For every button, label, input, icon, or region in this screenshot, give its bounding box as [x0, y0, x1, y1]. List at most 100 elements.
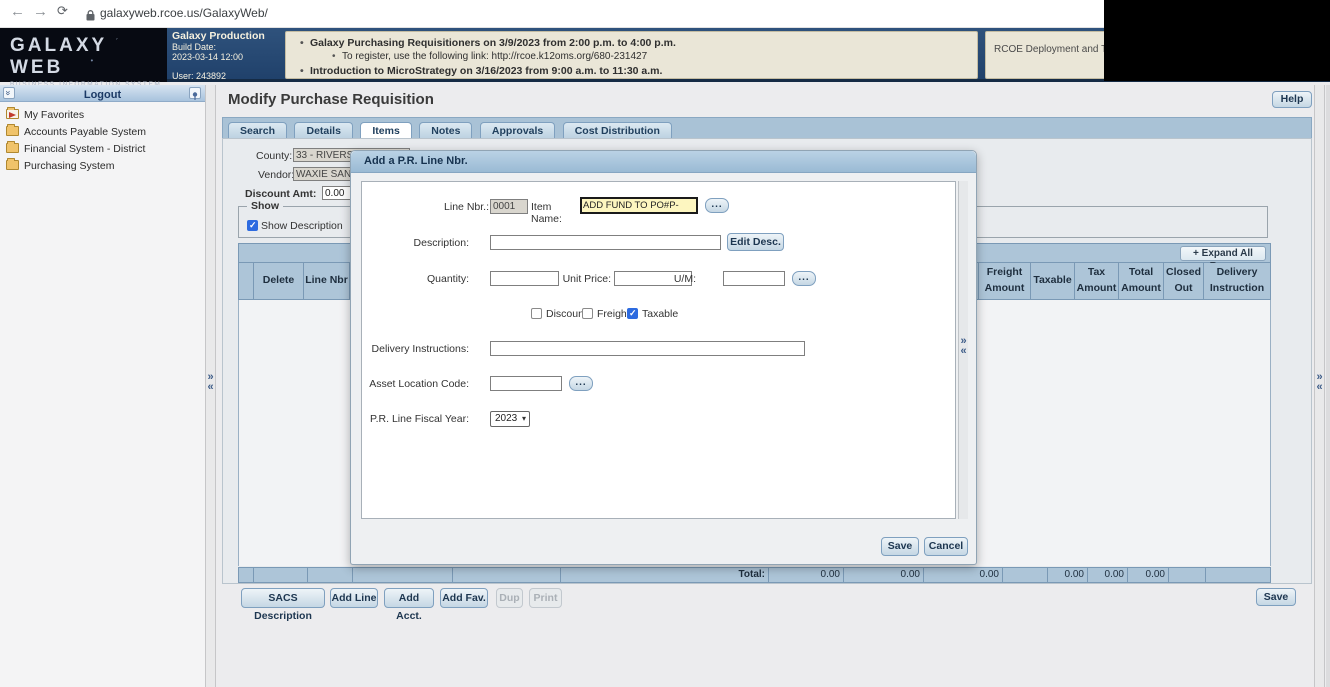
- browser-forward-icon[interactable]: →: [33, 3, 48, 20]
- dropdown-arrow-icon: ▾: [521, 414, 526, 423]
- county-label: County:: [256, 150, 293, 162]
- announcements-box: • Galaxy Purchasing Requisitioners on 3/9…: [285, 31, 978, 79]
- total-value: 0.00: [769, 568, 844, 582]
- column-header-closed-out: Closed Out: [1164, 263, 1204, 299]
- folder-icon: [6, 124, 19, 136]
- column-header-taxable: Taxable: [1031, 263, 1075, 299]
- item-name-field[interactable]: [580, 197, 698, 214]
- total-value: 0.00: [844, 568, 924, 582]
- asset-location-code-field[interactable]: [490, 376, 562, 391]
- um-label: U/M:: [673, 273, 696, 285]
- bullet-icon: •: [332, 51, 336, 62]
- sidebar-item-accounts-payable[interactable]: Accounts Payable System: [6, 124, 205, 139]
- sacs-description-button[interactable]: SACS Description: [241, 588, 325, 622]
- show-group-label: Show: [247, 200, 283, 212]
- dialog-cancel-button[interactable]: Cancel: [924, 537, 968, 556]
- environment-name: Galaxy Production: [172, 30, 265, 42]
- collapse-left-icon[interactable]: «: [959, 346, 968, 357]
- user-id: User: 243892: [172, 71, 227, 81]
- scrollbar[interactable]: [1326, 85, 1330, 687]
- sidebar-item-financial-system[interactable]: Financial System - District: [6, 141, 205, 156]
- environment-info: Galaxy Production Build Date: 2023-03-14…: [172, 30, 282, 81]
- pin-icon[interactable]: [189, 87, 201, 100]
- bullet-icon: •: [300, 65, 304, 77]
- freight-checkbox-label: Freight: [597, 308, 630, 320]
- redacted-area: [1104, 0, 1330, 81]
- collapse-left-icon[interactable]: «: [1315, 382, 1324, 393]
- grid-totals-row: Total: 0.00 0.00 0.00 0.00 0.00 0.00: [238, 567, 1271, 583]
- item-name-label: Item Name:: [531, 201, 562, 225]
- column-header-delete: Delete: [254, 263, 304, 299]
- sidebar-item-my-favorites[interactable]: My Favorites: [6, 107, 205, 122]
- delivery-instructions-label: Delivery Instructions:: [371, 343, 469, 355]
- fiscal-year-select[interactable]: 2023 ▾: [490, 411, 530, 427]
- announcement-line: • Introduction to MicroStrategy on 3/16/2…: [300, 65, 663, 77]
- um-field[interactable]: [723, 271, 785, 286]
- dialog-save-button[interactable]: Save: [881, 537, 919, 556]
- collapse-icon[interactable]: »: [3, 87, 15, 99]
- dialog-titlebar[interactable]: Add a P.R. Line Nbr.: [351, 151, 976, 173]
- fiscal-year-label: P.R. Line Fiscal Year:: [369, 413, 469, 425]
- build-date-label: Build Date:: [172, 42, 217, 52]
- line-nbr-label: Line Nbr.:: [444, 201, 489, 213]
- add-line-button[interactable]: Add Line: [330, 588, 378, 608]
- total-label: Total:: [561, 568, 769, 582]
- galaxy-web-logo: GALAXY WEB BUSINESS INFORMATION SYSTEM: [0, 28, 167, 88]
- save-page-button[interactable]: Save: [1256, 588, 1296, 606]
- quantity-label: Quantity:: [426, 273, 469, 285]
- folder-icon: [6, 158, 19, 170]
- asset-location-code-label: Asset Location Code:: [369, 378, 469, 390]
- favorites-folder-icon: [6, 107, 19, 119]
- browser-reload-icon[interactable]: ⟳: [57, 3, 68, 19]
- total-value: 0.00: [1128, 568, 1169, 582]
- bullet-icon: •: [300, 37, 304, 49]
- taxable-checkbox-label: Taxable: [642, 308, 679, 320]
- right-splitter[interactable]: » «: [1314, 85, 1325, 687]
- show-description-checkbox[interactable]: [247, 220, 258, 231]
- add-fav-button[interactable]: Add Fav.: [440, 588, 488, 608]
- column-header-tax-amount: Tax Amount: [1075, 263, 1119, 299]
- asset-location-lookup-button[interactable]: ...: [569, 376, 593, 391]
- column-header-freight-amount: Freight Amount: [979, 263, 1031, 299]
- logout-link[interactable]: Logout: [84, 89, 121, 101]
- description-label: Description:: [413, 237, 469, 249]
- um-lookup-button[interactable]: ...: [792, 271, 816, 286]
- column-header-blank: [239, 263, 254, 299]
- app-name: GALAXY WEB: [10, 35, 107, 78]
- lock-icon: [86, 8, 95, 26]
- freight-checkbox[interactable]: [582, 308, 593, 319]
- sidebar-item-purchasing-system[interactable]: Purchasing System: [6, 158, 205, 173]
- show-description-label: Show Description: [261, 220, 343, 232]
- announcement-line: • Galaxy Purchasing Requisitioners on 3/9…: [300, 37, 676, 49]
- browser-back-icon[interactable]: ←: [10, 3, 25, 20]
- column-header-delivery-instruction: Delivery Instruction: [1209, 266, 1265, 294]
- dialog-title: Add a P.R. Line Nbr.: [364, 155, 468, 167]
- sidebar-header: » Logout: [0, 85, 205, 102]
- unit-price-label: Unit Price:: [562, 273, 611, 285]
- edit-desc-button[interactable]: Edit Desc.: [727, 233, 784, 251]
- total-value: 0.00: [1048, 568, 1088, 582]
- sidebar: » Logout My Favorites Accounts Payable S…: [0, 85, 205, 687]
- total-value: 0.00: [1088, 568, 1128, 582]
- description-field[interactable]: [490, 235, 721, 250]
- column-header-line-nbr: Line Nbr: [304, 263, 350, 299]
- collapse-left-icon[interactable]: «: [206, 382, 215, 393]
- add-acct-button[interactable]: Add Acct.: [384, 588, 434, 622]
- page-title: Modify Purchase Requisition: [228, 91, 434, 108]
- dialog-splitter[interactable]: » «: [958, 181, 968, 519]
- taxable-checkbox[interactable]: [627, 308, 638, 319]
- vendor-label: Vendor:: [258, 169, 295, 181]
- total-value: 0.00: [924, 568, 1003, 582]
- print-button: Print: [529, 588, 562, 608]
- sidebar-splitter[interactable]: » «: [205, 85, 216, 687]
- delivery-instructions-field[interactable]: [490, 341, 805, 356]
- discount-checkbox-label: Discount: [546, 308, 587, 320]
- item-name-lookup-button[interactable]: ...: [705, 198, 729, 213]
- help-button[interactable]: Help: [1272, 91, 1312, 108]
- address-bar[interactable]: galaxyweb.rcoe.us/GalaxyWeb/: [100, 6, 268, 20]
- expand-all-rows-button[interactable]: + Expand All Rows: [1180, 246, 1266, 272]
- discount-amt-label: Discount Amt:: [245, 188, 317, 200]
- dup-button: Dup: [496, 588, 523, 608]
- discount-checkbox[interactable]: [531, 308, 542, 319]
- build-date-value: 2023-03-14 12:00: [172, 52, 244, 62]
